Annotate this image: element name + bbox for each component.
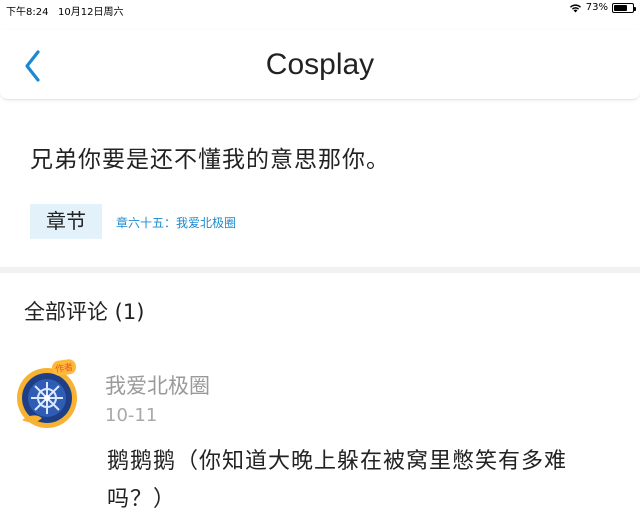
chapter-link[interactable]: 章六十五：我爱北极圈 (116, 214, 236, 231)
comment-text: 鹅鹅鹅（你知道大晚上躲在被窝里憋笑有多难吗？） (107, 449, 568, 512)
wifi-icon (569, 3, 581, 12)
status-indicators: 73% (569, 2, 636, 13)
status-time: 下午8:24 (6, 7, 49, 18)
comments-header: 全部评论 (1) (24, 300, 145, 324)
status-date: 10月12日周六 (58, 7, 124, 18)
nav-bar: Cosplay (0, 30, 640, 100)
post-text: 兄弟你要是还不懂我的意思那你。 (30, 147, 390, 173)
battery-percent: 73% (585, 2, 608, 13)
chapter-tag: 章节 (30, 204, 102, 239)
comment-date: 10-11 (105, 405, 158, 426)
battery-icon (612, 2, 636, 13)
status-bar: 下午8:24 10月12日周六 73% (0, 0, 640, 18)
status-time-date: 下午8:24 10月12日周六 (6, 3, 123, 18)
comment-username[interactable]: 我爱北极圈 (105, 370, 210, 400)
section-divider (0, 267, 640, 273)
battery-fill (614, 4, 628, 11)
page-title: Cosplay (265, 48, 375, 81)
